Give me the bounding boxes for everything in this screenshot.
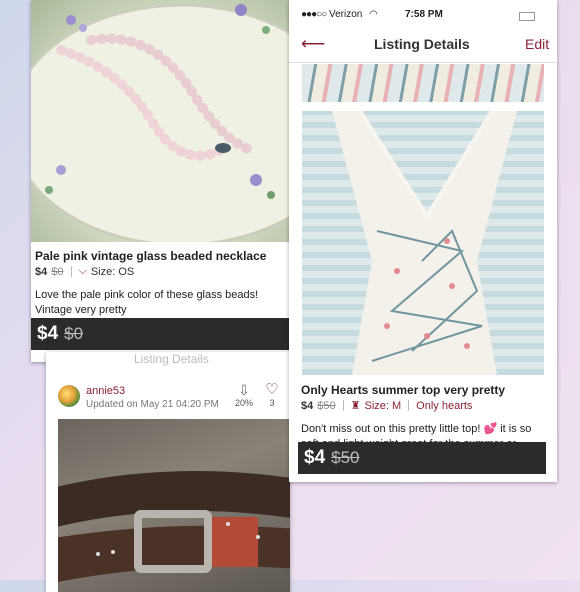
- top-image-art: [332, 111, 517, 375]
- page-title: Listing Details: [374, 36, 470, 52]
- belt-photo[interactable]: [58, 419, 290, 592]
- like-count: 3: [269, 398, 275, 408]
- wifi-icon: ◠: [369, 9, 378, 20]
- top-title[interactable]: Only Hearts summer top very pretty: [301, 383, 505, 397]
- belt-listing-card: Listing Details annie53 Updated on May 2…: [46, 352, 290, 592]
- username[interactable]: annie53: [86, 385, 125, 397]
- like-button[interactable]: ♡ 3: [260, 382, 284, 414]
- necklace-price: $4: [35, 265, 48, 278]
- hidden-header: Listing Details: [134, 352, 209, 366]
- nav-bar: ⟵ Listing Details Edit: [289, 26, 557, 63]
- necklace-description: Love the pale pink color of these glass …: [35, 289, 259, 316]
- belt-image-art: [58, 471, 290, 583]
- carrier: Verizon: [329, 9, 363, 20]
- dress-icon: ♜: [350, 400, 361, 412]
- top-price-row: $4 $50 ♜ Size: M Only hearts: [301, 399, 472, 413]
- necklace-price-bar: $4 $0: [31, 318, 293, 350]
- share-arrow-icon: ⇩: [238, 382, 250, 398]
- top-size: Size: M: [364, 399, 402, 412]
- divider: [408, 400, 410, 411]
- necklace-bar-price: $4: [37, 323, 59, 344]
- necklace-bar-original-price: $0: [64, 324, 84, 343]
- share-percent: 20%: [234, 398, 253, 408]
- signal-icon: ●●●○○: [301, 9, 327, 20]
- battery-icon: [519, 12, 535, 21]
- necklace-title[interactable]: Pale pink vintage glass beaded necklace: [35, 249, 266, 263]
- back-arrow-icon[interactable]: ⟵: [301, 34, 325, 54]
- top-description: Don't miss out on this pretty little top…: [301, 423, 532, 442]
- heart-icon: ♡: [265, 381, 279, 398]
- necklace-image-art: [31, 3, 293, 242]
- top-price: $4: [301, 399, 314, 412]
- top-brand-link[interactable]: Only hearts: [416, 400, 472, 412]
- top-bar-original-price: $50: [331, 448, 360, 467]
- top-photo[interactable]: [302, 111, 544, 375]
- status-bar: ●●●○○ Verizon ◠ 7:58 PM: [289, 9, 557, 25]
- updated-timestamp: Updated on May 21 04:20 PM: [86, 399, 219, 410]
- share-button[interactable]: ⇩ 20%: [234, 382, 254, 414]
- necklace-price-row: $4 $0 ⌵ Size: OS: [35, 265, 134, 278]
- avatar[interactable]: [58, 385, 80, 407]
- top-bar-price: $4: [304, 447, 326, 468]
- necklace-listing-card: Pale pink vintage glass beaded necklace …: [31, 0, 293, 362]
- clock: 7:58 PM: [405, 9, 443, 20]
- top-listing-card: ●●●○○ Verizon ◠ 7:58 PM ⟵ Listing Detail…: [289, 0, 557, 482]
- previous-photo-strip[interactable]: [302, 64, 544, 102]
- necklace-photo[interactable]: [31, 0, 293, 242]
- divider: [342, 400, 344, 411]
- top-original-price: $50: [317, 399, 336, 412]
- necklace-size: Size: OS: [90, 265, 135, 278]
- divider: [70, 266, 72, 277]
- top-price-bar: $4 $50: [298, 442, 546, 474]
- hanger-icon: ⌵: [78, 265, 87, 277]
- necklace-original-price: $0: [51, 265, 64, 278]
- edit-button[interactable]: Edit: [525, 36, 549, 52]
